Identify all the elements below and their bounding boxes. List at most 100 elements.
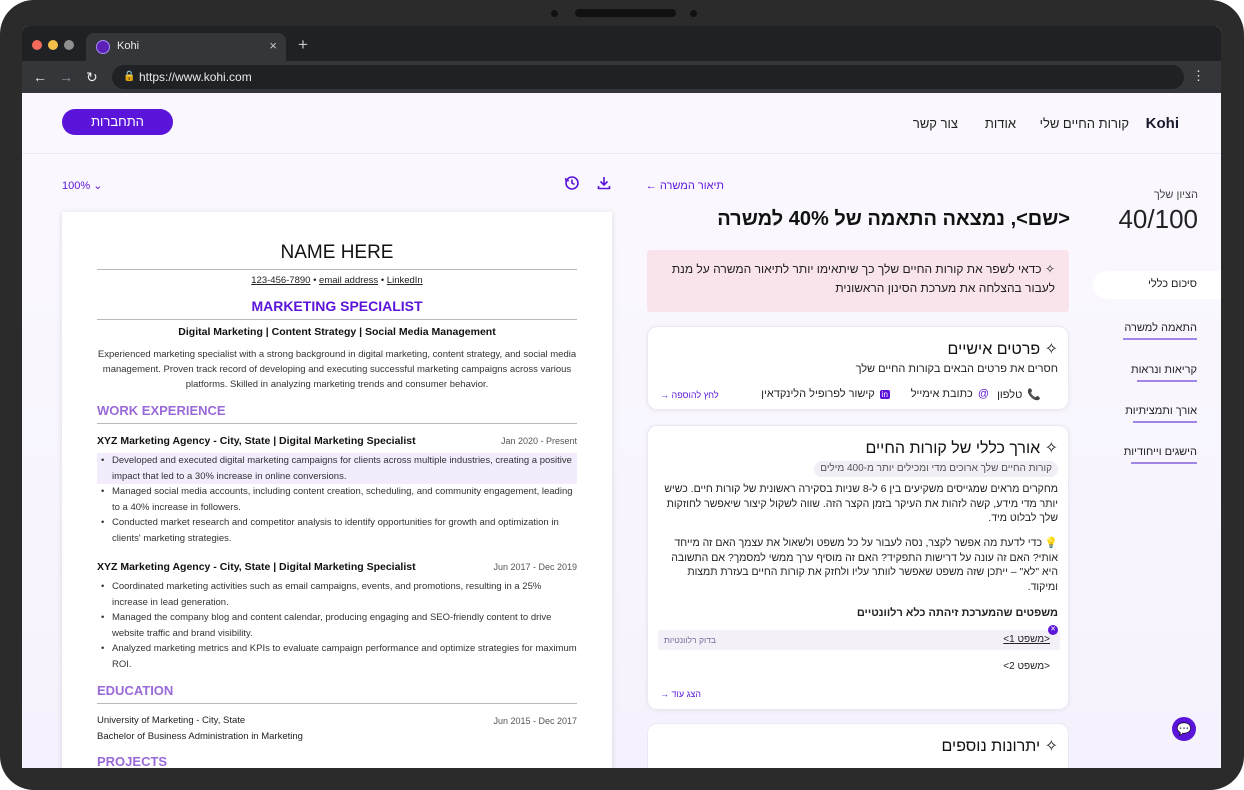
- side-menu-summary[interactable]: סיכום כללי: [1148, 278, 1197, 290]
- match-headline: <שם>, נמצאה התאמה של 40% למשרה: [717, 208, 1070, 230]
- nav-link-my-resumes[interactable]: קורות החיים שלי: [1040, 116, 1129, 131]
- nav-link-contact[interactable]: צור קשר: [913, 116, 958, 131]
- missing-field-linkedin: in קישור לפרופיל הלינקדאין: [761, 388, 890, 400]
- download-icon[interactable]: [595, 174, 613, 192]
- separator-dot: •: [380, 275, 385, 286]
- maximize-window-button[interactable]: [64, 40, 74, 50]
- bullet-item: Analyzed marketing metrics and KPIs to e…: [97, 641, 577, 672]
- bullet-item: Managed social media accounts, including…: [97, 484, 577, 515]
- resume-divider: [97, 703, 577, 704]
- tab-title: Kohi: [117, 40, 140, 52]
- job-date: Jun 2017 - Dec 2019: [493, 562, 577, 572]
- improvement-tip: ✧ כדאי לשפר את קורות החיים שלך כך שיתאימ…: [647, 250, 1069, 312]
- browser-tab[interactable]: Kohi ×: [86, 33, 286, 61]
- job-bullets: Developed and executed digital marketing…: [97, 453, 577, 546]
- separator-dot: •: [313, 275, 317, 286]
- new-tab-button[interactable]: +: [298, 35, 308, 55]
- sentence-text: <משפט 2>: [1003, 661, 1050, 672]
- field-label: כתובת אימייל: [910, 388, 973, 400]
- progress-underline: [1123, 338, 1197, 340]
- favicon-icon: [96, 40, 110, 54]
- speaker-bar: [575, 9, 676, 17]
- side-menu-readability[interactable]: קריאות ונראות: [1131, 364, 1197, 376]
- tab-close-icon[interactable]: ×: [269, 38, 277, 53]
- resume-linkedin: LinkedIn: [386, 275, 423, 286]
- camera-dot: [551, 10, 558, 17]
- extras-card: ✧ יתרונות נוספים: [647, 723, 1069, 768]
- education-heading: EDUCATION: [97, 683, 174, 698]
- back-arrow-icon[interactable]: ←: [33, 69, 47, 85]
- card-title: ✧ אורך כללי של קורות החיים: [865, 440, 1058, 457]
- job-date: Jan 2020 - Present: [500, 436, 577, 446]
- lock-icon: 🔒: [123, 71, 136, 82]
- job-description-link[interactable]: ← תיאור המשרה: [646, 180, 724, 192]
- review-pane: ← תיאור המשרה <שם>, נמצאה התאמה של 40% ל…: [644, 154, 1221, 768]
- resume-preview-pane: 100% ⌄ NAME HERE 123-456-7890 • email ad…: [22, 154, 644, 768]
- length-tip-paragraph: 💡 כדי לדעת מה אפשר לקצר, נסה לעבור על כל…: [671, 537, 1058, 593]
- card-subtitle: חסרים את פרטים הבאים בקורות החיים שלך: [855, 363, 1058, 375]
- resume-skills: Digital Marketing | Content Strategy | S…: [178, 326, 496, 338]
- work-experience-heading: WORK EXPERIENCE: [97, 403, 226, 418]
- resume-length-card: ✧ אורך כללי של קורות החיים קורות החיים ש…: [647, 425, 1069, 710]
- nav-link-about[interactable]: אודות: [985, 116, 1016, 131]
- missing-field-phone: 📞 טלפון: [997, 388, 1041, 401]
- resume-divider: [97, 319, 577, 320]
- website: Kohi קורות החיים שלי אודות צור קשר התחבר…: [22, 93, 1221, 768]
- close-window-button[interactable]: [32, 40, 42, 50]
- forward-arrow-icon[interactable]: →: [59, 69, 73, 85]
- length-paragraph: מחקרים מראים שמגייסים משקיעים בין 6 ל-8 …: [664, 483, 1058, 524]
- address-bar-row: ← → ↻ 🔒 https://www.kohi.com ⋮: [22, 61, 1221, 93]
- resume-name: NAME HERE: [280, 242, 394, 263]
- card-title: ✧ פרטים אישיים: [947, 341, 1058, 358]
- school-date: Jun 2015 - Dec 2017: [493, 716, 577, 726]
- personal-details-card: ✧ פרטים אישיים חסרים את פרטים הבאים בקור…: [647, 326, 1069, 410]
- kohi-logo[interactable]: Kohi: [1146, 115, 1179, 132]
- progress-underline: [1133, 421, 1197, 423]
- length-warning-pill: קורות החיים שלך ארוכים מדי ומכילים יותר …: [814, 461, 1058, 477]
- bullet-item: Conducted market research and competitor…: [97, 515, 577, 546]
- tab-strip: Kohi × +: [22, 26, 1221, 61]
- job-bullets: Coordinated marketing activities such as…: [97, 579, 577, 672]
- zoom-select[interactable]: 100% ⌄: [62, 179, 102, 192]
- school-line: University of Marketing - City, State: [97, 715, 246, 726]
- progress-underline: [1137, 380, 1197, 382]
- url-input[interactable]: 🔒 https://www.kohi.com: [112, 65, 1184, 89]
- field-label: טלפון: [997, 389, 1023, 401]
- side-menu-achievements[interactable]: הישגים וייחודיות: [1124, 446, 1197, 458]
- bullet-item: Coordinated marketing activities such as…: [97, 579, 577, 610]
- resume-job-title: MARKETING SPECIALIST: [251, 298, 423, 314]
- field-label: קישור לפרופיל הלינקדאין: [761, 388, 875, 400]
- tip-text: ✧ כדאי לשפר את קורות החיים שלך כך שיתאימ…: [671, 262, 1055, 295]
- url-text: https://www.kohi.com: [139, 70, 252, 84]
- minimize-window-button[interactable]: [48, 40, 58, 50]
- history-icon[interactable]: [563, 174, 581, 192]
- zoom-value: 100%: [62, 180, 91, 192]
- sensor-dot: [690, 10, 697, 17]
- reload-icon[interactable]: ↻: [86, 69, 98, 86]
- resume-email: email address: [319, 275, 379, 286]
- check-relevance-tag[interactable]: בדוק רלוונטיות: [664, 635, 716, 645]
- login-button[interactable]: התחברות: [62, 109, 173, 135]
- browser-menu-icon[interactable]: ⋮: [1192, 68, 1205, 84]
- resume-contact-line: 123-456-7890 • email address • LinkedIn: [62, 275, 612, 286]
- phone-icon: 📞: [1027, 389, 1041, 401]
- resume-divider: [97, 269, 577, 270]
- bullet-item: Managed the company blog and content cal…: [97, 610, 577, 641]
- show-more-link[interactable]: הצג עוד →: [660, 689, 701, 699]
- linkedin-icon: in: [879, 390, 890, 399]
- click-to-add-link[interactable]: לחץ להוספה →: [660, 390, 719, 400]
- side-menu-job-match[interactable]: התאמה למשרה: [1124, 322, 1197, 334]
- score-value: 40/100: [1118, 204, 1198, 234]
- at-icon: @: [977, 388, 989, 400]
- top-navigation: Kohi קורות החיים שלי אודות צור קשר התחבר…: [22, 93, 1221, 154]
- side-menu-length[interactable]: אורך ותמציתיות: [1125, 405, 1197, 417]
- bullet-item[interactable]: Developed and executed digital marketing…: [97, 453, 577, 484]
- device-frame: Kohi × + ← → ↻ 🔒 https://www.kohi.com ⋮ …: [0, 0, 1244, 790]
- resume-summary: Experienced marketing specialist with a …: [97, 349, 577, 390]
- chat-bubble-icon[interactable]: 💬: [1172, 717, 1196, 741]
- screen: Kohi × + ← → ↻ 🔒 https://www.kohi.com ⋮ …: [22, 26, 1221, 768]
- sentence-row[interactable]: ✕ <משפט 1> בדוק רלוונטיות: [658, 625, 1060, 650]
- degree-line: Bachelor of Business Administration in M…: [97, 731, 303, 742]
- projects-heading: PROJECTS: [97, 754, 168, 768]
- sentence-row[interactable]: <משפט 2>: [658, 657, 1060, 677]
